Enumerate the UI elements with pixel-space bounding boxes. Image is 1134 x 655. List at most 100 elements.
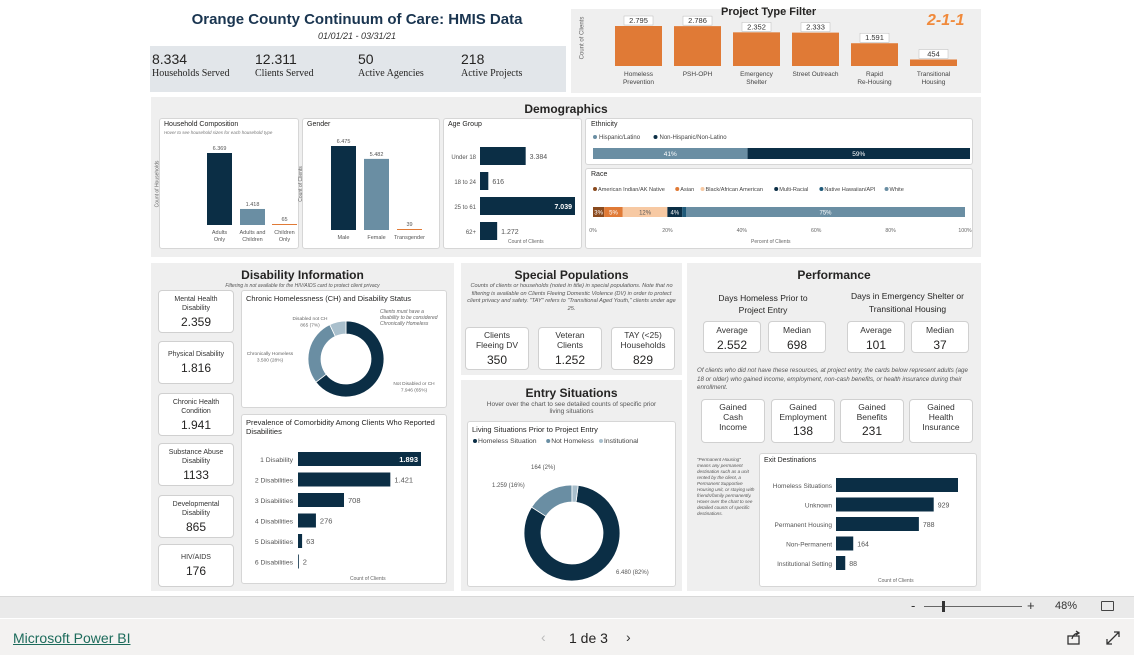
comorbidity-value-label: 63 [306, 537, 314, 546]
chronic-homelessness-card: Chronic Homelessness (CH) and Disability… [241, 290, 447, 408]
comorbidity-value-label: 2 [303, 558, 307, 567]
veteran-clients-card[interactable]: Veteran Clients 1.252 [538, 327, 602, 370]
project-value-label: 2.786 [688, 16, 707, 25]
gained-benefits-value: 231 [861, 424, 883, 438]
zoom-slider-thumb[interactable] [942, 601, 945, 612]
clients-fleeing-dv-value: 350 [486, 353, 508, 367]
household-category-label: Only [214, 237, 226, 243]
gained-cash-card[interactable]: Gained Cash Income [701, 399, 765, 443]
ethnicity-value-label: 59% [852, 151, 865, 158]
race-legend-dot [774, 187, 779, 191]
race-legend-label: American Indian/AK Native [598, 187, 665, 193]
living-legend-label: Not Homeless [551, 438, 594, 445]
gained-health-card[interactable]: Gained Health Insurance [909, 399, 973, 443]
zoom-out-button[interactable]: - [911, 598, 915, 613]
living-situations-chart[interactable]: Homeless Situation Not Homeless Institutio… [468, 434, 677, 589]
disability-card-3[interactable]: Substance Abuse Disability 1133 [158, 443, 234, 486]
ch-donut-chart[interactable]: Disabled not CH865 (7%) Chronically Homel… [242, 303, 448, 407]
exit-x-label: Count of Clients [878, 578, 914, 584]
share-icon[interactable] [1066, 630, 1082, 646]
race-card: Race American Indian/AK Native Asian Black… [585, 168, 973, 249]
household-value-label: 6.369 [213, 146, 227, 152]
project-bar [792, 32, 839, 66]
age-value-label: 7.039 [554, 204, 572, 211]
shelter-average-card[interactable]: Average 101 [847, 321, 905, 353]
gained-health-label: Gained Health Insurance [922, 402, 960, 432]
gender-category-label: Transgender [394, 235, 425, 241]
comorbidity-bar [298, 472, 391, 487]
fullscreen-icon[interactable] [1105, 630, 1121, 646]
project-category-label: Street Outreach [793, 71, 839, 78]
ethnicity-value-label: 41% [664, 151, 677, 158]
ethnicity-legend-label: Hispanic/Latino [599, 135, 641, 141]
footer-bar [0, 619, 1134, 655]
comorbidity-chart[interactable]: 1 Disability 1.893 2 Disabilities 1.421 3 Di… [243, 443, 447, 578]
gained-employment-card[interactable]: Gained Employment 138 [771, 399, 835, 443]
shelter-median-label: Median [926, 325, 954, 335]
shelter-median-card[interactable]: Median 37 [911, 321, 969, 353]
exit-bar [836, 556, 846, 570]
race-x-tick: 80% [885, 228, 896, 234]
gained-benefits-card[interactable]: Gained Benefits 231 [840, 399, 904, 443]
comorbidity-card: Prevalence of Comorbidity Among Clients … [241, 414, 447, 584]
race-x-label: Percent of Clients [751, 239, 791, 245]
project-type-chart[interactable]: 2.795 HomelessPrevention 2.786 PSH-OPH 2.352… [577, 9, 977, 93]
disability-card-5[interactable]: HIV/AIDS 176 [158, 544, 234, 587]
ethnicity-chart[interactable]: Hispanic/Latino Non-Hispanic/Non-Latino 41… [588, 126, 972, 166]
exit-title: Exit Destinations [764, 457, 817, 464]
next-page-icon[interactable]: › [626, 629, 631, 645]
household-chart[interactable]: 6.369AdultsOnly1.418Adults andChildren65… [168, 137, 298, 247]
project-category-label: Rapid [866, 71, 883, 78]
comorbidity-bar [298, 554, 299, 569]
race-legend-dot [700, 187, 705, 191]
race-legend-label: Multi-Racial [779, 187, 808, 193]
exit-category-label: Homeless Situations [773, 483, 833, 490]
households-served-label: Households Served [152, 68, 230, 79]
active-projects-value: 218 [461, 51, 485, 67]
homeless-median-label: Median [783, 325, 811, 335]
fit-to-page-icon[interactable] [1101, 601, 1114, 611]
zoom-in-button[interactable]: + [1027, 598, 1035, 613]
homeless-average-card[interactable]: Average 2.552 [703, 321, 761, 353]
household-category-label: Adults and [240, 230, 266, 236]
clients-served-value: 12.311 [255, 51, 297, 67]
exit-value-label: 88 [849, 561, 857, 568]
clients-fleeing-dv-card[interactable]: Clients Fleeing DV 350 [465, 327, 529, 370]
date-range: 01/01/21 - 03/31/21 [317, 31, 397, 41]
disability-panel: Disability Information Filtering is not … [151, 263, 454, 591]
homeless-median-value: 698 [786, 338, 808, 352]
disability-card-0[interactable]: Mental Health Disability 2.359 [158, 290, 234, 333]
race-legend-dot [593, 187, 597, 191]
comorbidity-category-label: 4 Disabilities [255, 519, 294, 526]
prev-page-icon[interactable]: ‹ [541, 629, 546, 645]
age-bar [480, 172, 489, 190]
project-bar [910, 59, 957, 66]
disability-card-value: 1.816 [180, 361, 212, 375]
household-title: Household Composition [164, 121, 239, 128]
age-value-label: 3.384 [530, 154, 548, 161]
comorbidity-category-label: 3 Disabilities [255, 498, 294, 505]
tay-households-card[interactable]: TAY (<25) Households 829 [611, 327, 675, 370]
project-category-label: Homeless [624, 71, 654, 78]
age-category-label: Under 18 [451, 155, 476, 161]
disability-card-4[interactable]: Developmental Disability 865 [158, 495, 234, 538]
days-homeless-title: Days Homeless Prior to Project Entry [718, 293, 808, 315]
race-legend-dot [884, 187, 889, 191]
exit-category-label: Permanent Housing [775, 522, 833, 529]
homeless-median-card[interactable]: Median 698 [768, 321, 826, 353]
living-slice-label: 164 (2%) [531, 465, 555, 471]
disability-card-2[interactable]: Chronic Health Condition 1.941 [158, 393, 234, 436]
age-chart[interactable]: Under 18 3.384 18 to 24 616 25 to 61 7.039 62+… [446, 131, 581, 241]
gender-bar [331, 146, 356, 230]
comorbidity-bar [298, 493, 345, 507]
zoom-slider[interactable] [924, 601, 1022, 612]
gender-chart[interactable]: 6.475 Male 5.482 Female 39 Transgender [311, 130, 439, 248]
power-bi-link[interactable]: Microsoft Power BI [13, 630, 130, 646]
gender-category-label: Female [367, 235, 385, 241]
disability-card-1[interactable]: Physical Disability 1.816 [158, 341, 234, 384]
exit-destinations-chart[interactable]: Homeless Situations Unknown 929 Permanent H… [761, 468, 977, 583]
veteran-clients-label: Veteran Clients [555, 330, 585, 350]
disability-note: Filtering is not available for the HIV/A… [225, 283, 380, 289]
special-populations-panel: Special Populations Counts of clients or… [461, 263, 682, 375]
household-category-label: Adults [212, 230, 228, 236]
